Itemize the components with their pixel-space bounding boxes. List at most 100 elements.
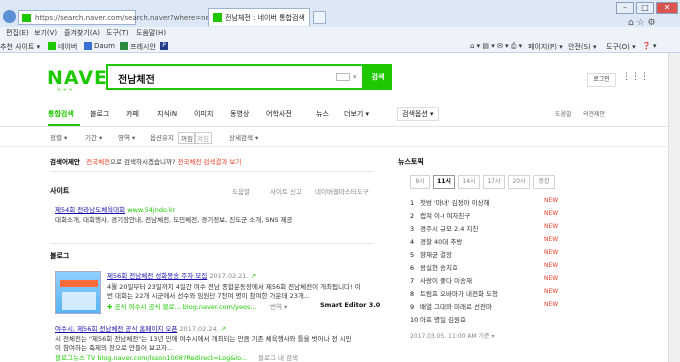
- news-tab-total[interactable]: 종합: [533, 175, 555, 189]
- search-tabs: 통합검색 블로그 카페 지식iN 이미지 동영상 어학사전 뉴스 더보기 ▾ 검…: [0, 99, 680, 127]
- tab-active[interactable]: 전남체전 : 네이버 통합검색: [208, 8, 310, 26]
- open-new-window-icon[interactable]: ↗: [221, 325, 226, 333]
- help-link[interactable]: 도움말: [555, 109, 572, 118]
- tab-image[interactable]: 이미지: [194, 109, 213, 119]
- back-button[interactable]: [3, 10, 16, 23]
- toolbar-icons[interactable]: ⌂ ▾ ▤ ▾ ✉ ▾ ⎙ ▾: [470, 42, 522, 51]
- menu-help[interactable]: 도움말(H): [136, 28, 166, 38]
- naver-fav-icon: [48, 42, 56, 50]
- new-badge: NEW: [544, 262, 559, 269]
- p-fav-icon[interactable]: P: [160, 42, 168, 50]
- toolbar-tools[interactable]: 도구(O) ▾: [606, 42, 636, 52]
- suggest-link-results[interactable]: 전국체전 검색결과 보기: [177, 158, 241, 166]
- blog-item-2-search-in-blog[interactable]: 블로그 내 검색: [258, 352, 298, 362]
- toolbar-page[interactable]: 페이지(P) ▾: [528, 42, 563, 52]
- toolbar-safety[interactable]: 안전(S) ▾: [568, 42, 597, 52]
- divider: [50, 171, 374, 172]
- maximize-button[interactable]: □: [636, 2, 654, 14]
- search-query: 전남체전: [118, 75, 155, 86]
- tab-kin[interactable]: 지식iN: [157, 109, 177, 119]
- news-rank-item[interactable]: 1 첫방 '마녀' 김정아 이상해: [410, 197, 490, 207]
- site-result-title[interactable]: 제54회 전라남도체육대회: [55, 206, 125, 214]
- close-button[interactable]: ✕: [656, 2, 678, 14]
- blog-item-1-title-row: 제56회 전남체전 성화봉송 주자 모집 2017.02.21. ↗: [107, 270, 256, 280]
- tab-more[interactable]: 더보기 ▾: [344, 109, 369, 119]
- suggest-link-query[interactable]: 전국체전: [86, 158, 110, 166]
- news-tab-20[interactable]: 20시: [508, 175, 530, 189]
- logo-decoration: ≈ ≈ ≈: [57, 87, 73, 93]
- site-webmaster-link[interactable]: 네이버웹마스터도구: [315, 186, 369, 196]
- menu-bar: 편집(E) 보기(V) 즐겨찾기(A) 도구(T) 도움말(H): [0, 27, 680, 40]
- site-result-title-row: 제54회 전라남도체육대회 www.54jndo.kr: [55, 204, 175, 214]
- search-button[interactable]: 검색: [364, 64, 392, 90]
- filter-detail[interactable]: 상세검색 ▾: [229, 132, 258, 142]
- pressian-fav-icon: [120, 42, 128, 50]
- fav-recommended[interactable]: 추천 사이트 ▾: [0, 42, 40, 52]
- daum-fav-icon: [84, 42, 92, 50]
- fav-naver[interactable]: 네이버: [58, 42, 77, 52]
- filter-bar: 정렬 ▾ 기간 ▾ 영역 ▾ 옵션유지 꺼짐 켜짐 상세검색 ▾: [0, 127, 680, 147]
- filter-area[interactable]: 영역 ▾: [118, 132, 135, 142]
- blog-item-2-source[interactable]: 블로그뉴스 TV blog.naver.com/lsson1008?Redire…: [55, 352, 247, 362]
- address-bar[interactable]: https://search.naver.com/search.naver?wh…: [18, 10, 214, 25]
- blog-item-1-translate[interactable]: 번역 ▾: [270, 301, 287, 311]
- blog-thumbnail[interactable]: [55, 271, 101, 314]
- tab-blog[interactable]: 블로그: [90, 109, 109, 119]
- filter-option-keep: 옵션유지: [150, 134, 174, 142]
- tab-all[interactable]: 통합검색: [48, 109, 74, 119]
- minimize-button[interactable]: –: [616, 2, 634, 14]
- login-button[interactable]: 로그인: [587, 73, 616, 87]
- news-rank-item[interactable]: 10 아프 명일 김원효: [410, 314, 466, 324]
- blog-item-1-title[interactable]: 제56회 전남체전 성화봉송 주자 모집: [107, 272, 207, 280]
- menu-favorites[interactable]: 즐겨찾기(A): [64, 28, 100, 38]
- feedback-link[interactable]: 의견제안: [583, 109, 605, 118]
- news-rank-item[interactable]: 8 트럼프 오바마가 내전화 도청: [410, 288, 498, 298]
- help-icon[interactable]: ❓ ▾: [642, 42, 656, 50]
- news-rank-item[interactable]: 2 캡쳐 이-I 여자친구: [410, 210, 470, 220]
- app-grid-icon[interactable]: ⋮⋮⋮: [622, 73, 649, 82]
- news-rank-timestamp[interactable]: 2017.03.05. 11:00 AM 기준 ▾: [410, 331, 495, 340]
- smart-editor-badge: Smart Editor 3.0: [320, 301, 381, 309]
- tab-news[interactable]: 뉴스: [316, 109, 329, 119]
- suggest-label: 검색어제안: [50, 158, 80, 166]
- news-tab-8[interactable]: 8시: [410, 175, 430, 189]
- menu-tools[interactable]: 도구(T): [106, 28, 129, 38]
- thumb-panel: [62, 292, 96, 310]
- tab-dictionary[interactable]: 어학사전: [266, 109, 292, 119]
- new-tab-button[interactable]: [313, 11, 326, 24]
- blog-item-1-source[interactable]: ✚ 공식 여수시 공식 블로... blog.naver.com/yeos...: [107, 301, 256, 311]
- news-rank-item[interactable]: 9 배열 그대와 미래로 선전마: [410, 301, 492, 311]
- menu-view[interactable]: 보기(V): [34, 28, 57, 38]
- site-result-url[interactable]: www.54jndo.kr: [127, 206, 175, 214]
- site-report-link[interactable]: 사이트 신고: [270, 186, 302, 196]
- new-badge: NEW: [544, 236, 559, 243]
- filter-period[interactable]: 기간 ▾: [85, 132, 102, 142]
- filter-on-button[interactable]: 켜짐: [194, 132, 212, 144]
- news-rank-item[interactable]: 7 사랑이 좋다 이송재: [410, 275, 472, 285]
- news-tab-11[interactable]: 11시: [433, 175, 455, 189]
- fav-pressian[interactable]: 프레시안: [130, 42, 156, 52]
- blog-item-2-title[interactable]: 여수시, 제56회 전남체전 공식 홈페이지 오픈: [55, 325, 177, 333]
- menu-edit[interactable]: 편집(E): [6, 28, 29, 38]
- vertical-scrollbar[interactable]: [668, 53, 680, 362]
- autocomplete-toggle-icon[interactable]: ▾: [353, 73, 357, 81]
- tab-video[interactable]: 동영상: [230, 109, 249, 119]
- news-rank-item[interactable]: 6 왕실현 송치호: [410, 262, 458, 272]
- site-help-link[interactable]: 도움말: [232, 186, 250, 196]
- new-badge: NEW: [544, 210, 559, 217]
- site-section-title: 사이트: [50, 187, 70, 195]
- news-tab-17[interactable]: 17시: [483, 175, 505, 189]
- news-rank-item[interactable]: 5 향재균 결장: [410, 249, 452, 259]
- blog-item-1-desc2: 번 대회는 22개 시군에서 선수와 임원단 7천여 명이 참여한 가운데 23…: [107, 292, 311, 300]
- tab-cafe[interactable]: 카페: [126, 109, 139, 119]
- keyboard-icon[interactable]: [336, 73, 350, 81]
- open-new-window-icon[interactable]: ↗: [251, 272, 256, 280]
- news-tab-14[interactable]: 14시: [458, 175, 480, 189]
- news-rank-item[interactable]: 4 경찰 40대 추방: [410, 236, 462, 246]
- filter-sort[interactable]: 정렬 ▾: [50, 132, 67, 142]
- fav-daum[interactable]: Daum: [94, 42, 115, 50]
- search-input[interactable]: 전남체전: [106, 64, 364, 90]
- news-rank-item[interactable]: 3 경주시 규모 2.4 지진: [410, 223, 478, 233]
- blog-item-2-desc2: 이 참여하는 축제의 장으로 만들어 보고자...: [55, 344, 174, 352]
- search-options-button[interactable]: 검색옵션 ▾: [397, 107, 439, 121]
